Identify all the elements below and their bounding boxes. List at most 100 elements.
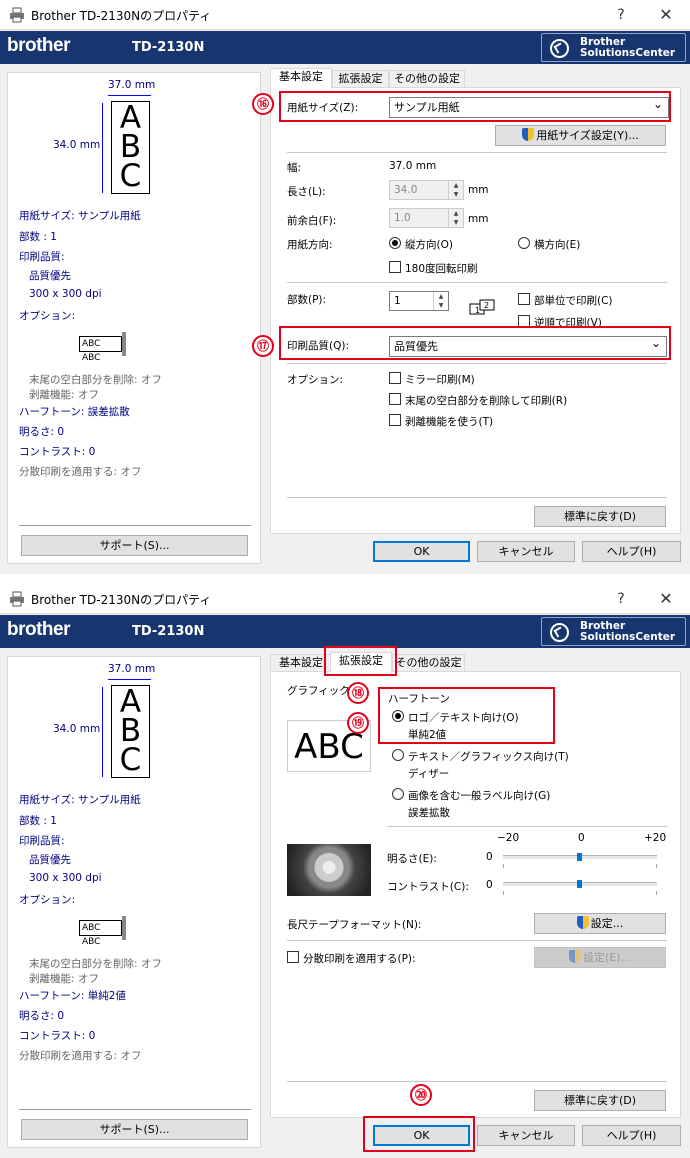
- brand-banner: brother TD-2130N Brother SolutionsCenter: [0, 615, 690, 648]
- ok-button[interactable]: OK: [373, 541, 470, 562]
- uac-shield-icon: [576, 916, 589, 929]
- uac-shield-icon: [522, 128, 535, 141]
- summary-brightness: 明るさ: 0: [19, 426, 65, 438]
- split-setting-button[interactable]: 設定(E)...: [534, 947, 666, 968]
- basic-tab-panel: 用紙サイズ(Z): サンプル用紙 用紙サイズ設定(Y)... 幅: 37.0 m…: [270, 87, 681, 534]
- support-button[interactable]: サポート(S)...: [21, 535, 248, 556]
- summary-paper-size: 用紙サイズ: サンプル用紙: [19, 210, 141, 222]
- title-bar: Brother TD-2130Nのプロパティ ? ✕: [0, 584, 690, 614]
- collate-checkbox[interactable]: [518, 293, 530, 305]
- image-label-radio[interactable]: [392, 788, 404, 800]
- summary-split: 分散印刷を適用する: オフ: [19, 1050, 142, 1062]
- properties-dialog-advanced: Brother TD-2130Nのプロパティ ? ✕ brother TD-21…: [0, 584, 690, 1158]
- close-button[interactable]: ✕: [651, 587, 681, 611]
- width-dimension-line: [108, 679, 151, 680]
- width-value: 37.0 mm: [389, 160, 437, 172]
- brightness-value: 0: [486, 851, 493, 863]
- summary-brightness: 明るさ: 0: [19, 1010, 65, 1022]
- summary-copies: 部数 : 1: [19, 231, 57, 243]
- help-title-button[interactable]: ?: [606, 3, 636, 27]
- model-name: TD-2130N: [132, 40, 205, 55]
- split-print-checkbox[interactable]: [287, 951, 299, 963]
- tab-advanced[interactable]: 拡張設定: [330, 652, 392, 673]
- restore-default-button[interactable]: 標準に戻す(D): [534, 1090, 666, 1111]
- cancel-button[interactable]: キャンセル: [477, 541, 575, 562]
- tab-basic[interactable]: 基本設定: [270, 68, 332, 89]
- window-title: Brother TD-2130Nのプロパティ: [31, 9, 212, 23]
- solutions-center-button[interactable]: Brother SolutionsCenter: [541, 33, 686, 62]
- label-preview: ABC: [111, 101, 150, 194]
- summary-copies: 部数 : 1: [19, 815, 57, 827]
- solutions-center-button[interactable]: Brother SolutionsCenter: [541, 617, 686, 646]
- trim-label: 末尾の空白部分を削除して印刷(R): [405, 395, 568, 407]
- spinner-arrows-icon: ▲ ▼: [433, 292, 448, 310]
- portrait-label: 縦方向(O): [405, 239, 453, 251]
- highlight-paper-size: [279, 91, 671, 122]
- summary-halftone: ハーフトーン: 誤差拡散: [19, 406, 130, 418]
- summary-peel: 剥離機能: オフ: [29, 973, 99, 985]
- split-print-label: 分散印刷を適用する(P):: [303, 953, 416, 965]
- divider: [287, 940, 667, 941]
- preview-height: 34.0 mm: [53, 723, 101, 735]
- error-diffusion-label: 誤差拡散: [408, 807, 450, 819]
- rotate180-checkbox[interactable]: [389, 261, 401, 273]
- tab-other[interactable]: その他の設定: [389, 70, 465, 88]
- summary-peel: 剥離機能: オフ: [29, 389, 99, 401]
- margin-spinner[interactable]: 1.0 ▲ ▼: [389, 208, 464, 228]
- summary-quality-label: 印刷品質:: [19, 835, 65, 847]
- contrast-value: 0: [486, 879, 493, 891]
- help-title-button[interactable]: ?: [606, 587, 636, 611]
- summary-options: オプション:: [19, 894, 76, 906]
- uac-shield-icon: [568, 950, 581, 963]
- brightness-label: 明るさ(E):: [387, 853, 437, 865]
- height-dimension-line: [102, 103, 103, 193]
- tab-basic[interactable]: 基本設定: [270, 654, 332, 672]
- sunflower-preview-image: [287, 844, 371, 896]
- support-button[interactable]: サポート(S)...: [21, 1119, 248, 1140]
- contrast-label: コントラスト(C):: [387, 881, 469, 893]
- mirror-checkbox[interactable]: [389, 372, 401, 384]
- badge-16: ⑯: [252, 93, 274, 115]
- landscape-radio[interactable]: [518, 237, 530, 249]
- contrast-thumb[interactable]: [577, 880, 582, 888]
- badge-19: ⑲: [347, 712, 369, 734]
- restore-default-button[interactable]: 標準に戻す(D): [534, 506, 666, 527]
- close-button[interactable]: ✕: [651, 3, 681, 27]
- summary-paper-size: 用紙サイズ: サンプル用紙: [19, 794, 141, 806]
- landscape-label: 横方向(E): [534, 239, 581, 251]
- help-button[interactable]: ヘルプ(H): [582, 1125, 681, 1146]
- highlight-halftone: [378, 687, 555, 744]
- spinner-arrows-icon: ▲ ▼: [448, 181, 463, 199]
- summary-quality: 品質優先: [29, 854, 71, 866]
- length-spinner[interactable]: 34.0 ▲ ▼: [389, 180, 464, 200]
- paper-size-setting-button[interactable]: 用紙サイズ設定(Y)...: [495, 125, 666, 146]
- tab-advanced[interactable]: 拡張設定: [332, 70, 389, 88]
- help-button[interactable]: ヘルプ(H): [582, 541, 681, 562]
- trim-checkbox[interactable]: [389, 393, 401, 405]
- margin-unit: mm: [468, 213, 489, 225]
- brightness-thumb[interactable]: [577, 853, 582, 861]
- summary-quality-label: 印刷品質:: [19, 251, 65, 263]
- printer-icon: [10, 591, 24, 607]
- scale-min: −20: [497, 832, 520, 844]
- tab-other[interactable]: その他の設定: [392, 654, 465, 672]
- preview-width: 37.0 mm: [108, 79, 156, 91]
- cancel-button[interactable]: キャンセル: [477, 1125, 575, 1146]
- long-tape-setting-button[interactable]: 設定...: [534, 913, 666, 934]
- options-label: オプション:: [287, 374, 344, 386]
- copies-spinner[interactable]: 1 ▲ ▼: [389, 291, 449, 311]
- peel-checkbox[interactable]: [389, 414, 401, 426]
- settings-preview-panel: 37.0 mm 34.0 mm ABC 用紙サイズ: サンプル用紙 部数 : 1…: [7, 72, 261, 564]
- badge-17: ⑰: [252, 335, 274, 357]
- spinner-arrows-icon: ▲ ▼: [448, 209, 463, 227]
- portrait-radio[interactable]: [389, 237, 401, 249]
- brightness-ticks: [503, 864, 657, 868]
- summary-halftone: ハーフトーン: 単純2値: [19, 990, 126, 1002]
- rotate180-label: 180度回転印刷: [405, 263, 478, 275]
- divider: [287, 282, 667, 283]
- text-graphics-radio[interactable]: [392, 749, 404, 761]
- length-label: 長さ(L):: [287, 186, 326, 198]
- summary-options: オプション:: [19, 310, 76, 322]
- properties-dialog-basic: Brother TD-2130Nのプロパティ ? ✕ brother TD-21…: [0, 0, 690, 574]
- divider: [287, 497, 667, 498]
